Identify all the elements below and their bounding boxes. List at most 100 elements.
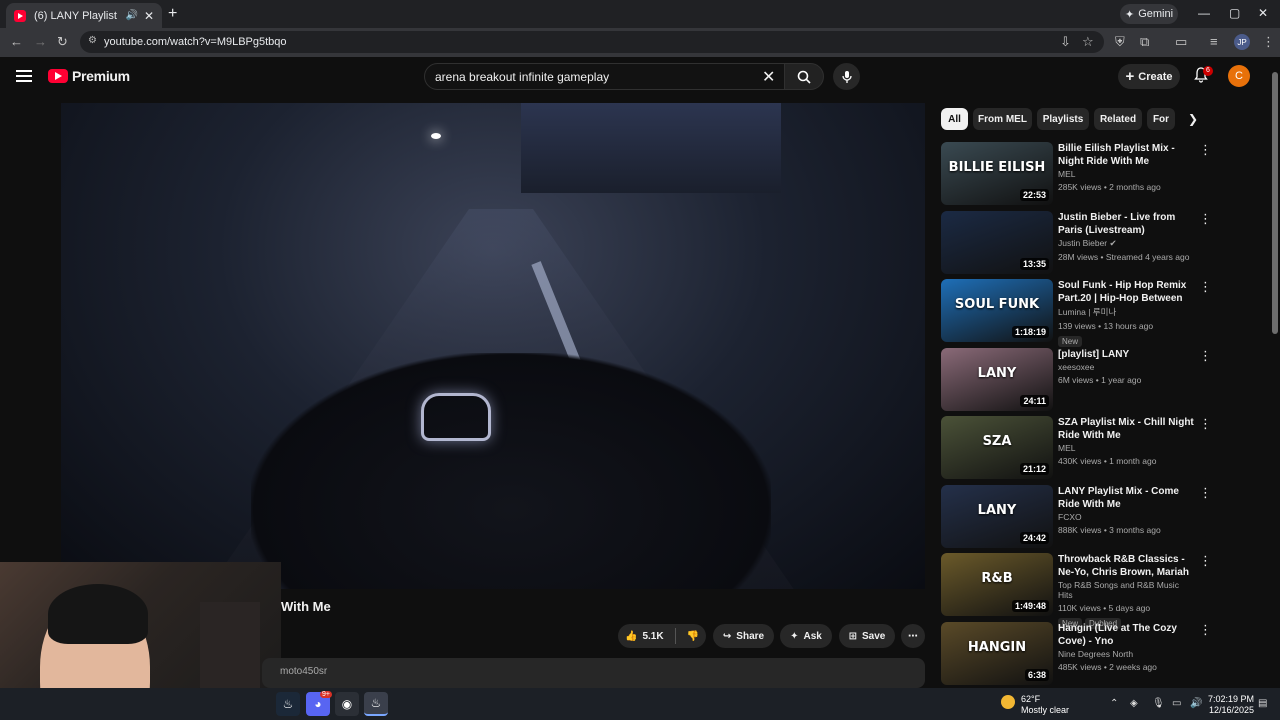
tray-overflow-icon[interactable]: ⌃ (1110, 698, 1118, 709)
tray-app-icon[interactable]: ◈ (1130, 698, 1138, 709)
system-clock[interactable]: 7:02:19 PM 12/16/2025 (1208, 694, 1254, 716)
gemini-button[interactable]: ✦ Gemini (1120, 4, 1178, 24)
more-options-icon[interactable]: ⋮ (1199, 348, 1212, 364)
account-avatar[interactable]: C (1228, 65, 1250, 87)
chip-all[interactable]: All (941, 108, 968, 130)
volume-icon[interactable]: 🔊 (1190, 698, 1202, 709)
channel-name[interactable]: MEL (1058, 443, 1194, 453)
share-button[interactable]: ↪ Share (713, 624, 774, 648)
more-actions-icon[interactable]: ⋯ (901, 624, 925, 648)
like-dislike-group[interactable]: 👍 5.1K 👎 (618, 624, 706, 648)
recommendation-item[interactable]: HANGIN 6:38 Hangin (Live at The Cozy Cov… (941, 621, 1212, 691)
more-options-icon[interactable]: ⋮ (1199, 416, 1212, 432)
video-duration: 22:53 (1019, 189, 1049, 201)
weather-widget[interactable]: 62°F Mostly clear (1021, 694, 1069, 716)
chips-next-arrow-icon[interactable]: ❯ (1188, 112, 1198, 126)
chip-for[interactable]: For (1147, 108, 1175, 130)
browser-tab[interactable]: (6) LANY Playlist Mix - Chill 🔊 ✕ (6, 3, 162, 28)
chip-playlists[interactable]: Playlists (1037, 108, 1089, 130)
video-title[interactable]: SZA Playlist Mix - Chill Night Ride With… (1058, 416, 1194, 442)
recommendation-item[interactable]: SZA 21:12 SZA Playlist Mix - Chill Night… (941, 416, 1212, 485)
more-options-icon[interactable]: ⋮ (1199, 279, 1212, 295)
obs-taskbar-icon[interactable]: ◉ (335, 692, 359, 716)
dislike-icon[interactable]: 👎 (687, 631, 699, 642)
channel-name[interactable]: Nine Degrees North (1058, 649, 1194, 659)
save-button[interactable]: ⊞ Save (839, 624, 895, 648)
more-options-icon[interactable]: ⋮ (1199, 485, 1212, 501)
reload-icon[interactable]: ↻ (57, 34, 68, 50)
create-button[interactable]: + Create (1118, 64, 1180, 89)
channel-name[interactable]: Lumina | 루미나 (1058, 306, 1194, 318)
scrollbar-thumb[interactable] (1272, 72, 1278, 334)
video-thumbnail[interactable]: LANY 24:42 (941, 484, 1053, 548)
install-app-icon[interactable]: ⇩ (1060, 34, 1071, 50)
recommendation-item[interactable]: BILLIE EILISH 22:53 Billie Eilish Playli… (941, 142, 1212, 211)
back-icon[interactable]: ← (10, 34, 23, 49)
video-title[interactable]: [playlist] LANY (1058, 348, 1194, 361)
recommendation-item[interactable]: 13:35 Justin Bieber - Live from Paris (L… (941, 210, 1212, 280)
clear-search-icon[interactable]: ✕ (762, 67, 775, 87)
forward-icon[interactable]: → (34, 34, 47, 49)
steam-taskbar-icon[interactable]: ♨ (276, 692, 300, 716)
recommendation-item[interactable]: SOUL FUNK 1:18:19 Soul Funk - Hip Hop Re… (941, 279, 1212, 348)
video-thumbnail[interactable]: LANY 24:11 (941, 347, 1053, 411)
ask-button[interactable]: ✦ Ask (780, 624, 832, 648)
hamburger-menu-icon[interactable] (16, 70, 32, 82)
network-icon[interactable]: ▭ (1172, 698, 1181, 709)
shield-extension-icon[interactable]: ⛨ (1115, 34, 1125, 50)
video-title[interactable]: Throwback R&B Classics - Ne-Yo, Chris Br… (1058, 553, 1194, 579)
media-controls-icon[interactable]: ≡ (1210, 34, 1218, 49)
audio-playing-icon[interactable]: 🔊 (125, 10, 137, 21)
chip-related[interactable]: Related (1094, 108, 1142, 130)
recommendation-item[interactable]: R&B 1:49:48 Throwback R&B Classics - Ne-… (941, 553, 1212, 629)
extensions-puzzle-icon[interactable]: ⧉ (1140, 34, 1149, 50)
profile-avatar[interactable]: JP (1234, 34, 1250, 50)
video-thumbnail[interactable]: SOUL FUNK 1:18:19 (941, 279, 1053, 342)
minimize-button[interactable]: — (1198, 6, 1210, 20)
close-window-button[interactable]: ✕ (1258, 6, 1268, 20)
chip-from-mel[interactable]: From MEL (973, 108, 1032, 130)
channel-name[interactable]: FCXO (1058, 512, 1194, 522)
voice-search-button[interactable] (833, 63, 860, 90)
channel-name[interactable]: Justin Bieber ✔ (1058, 238, 1194, 249)
tray-mic-icon[interactable]: 🎙 (1152, 698, 1165, 709)
channel-name[interactable]: Top R&B Songs and R&B Music Hits (1058, 580, 1194, 600)
notification-center-icon[interactable]: ▤ (1258, 698, 1267, 709)
video-thumbnail[interactable]: R&B 1:49:48 (941, 553, 1053, 616)
recommendation-item[interactable]: LANY 24:11 [playlist] LANY xeesoxee 6M v… (941, 347, 1212, 417)
address-bar[interactable]: ⚙ youtube.com/watch?v=M9LBPg5tbqo (80, 31, 1104, 53)
video-player[interactable] (61, 103, 925, 589)
youtube-premium-logo[interactable]: Premium (48, 68, 130, 84)
page-scrollbar[interactable] (1270, 60, 1280, 688)
recommendation-item[interactable]: LANY 24:42 LANY Playlist Mix - Come Ride… (941, 484, 1212, 554)
video-title[interactable]: Soul Funk - Hip Hop Remix Part.20 | Hip-… (1058, 279, 1194, 305)
more-options-icon[interactable]: ⋮ (1199, 211, 1212, 227)
description-box[interactable]: moto450sr (262, 658, 925, 688)
channel-name[interactable]: MEL (1058, 169, 1194, 179)
video-thumbnail[interactable]: HANGIN 6:38 (941, 621, 1053, 685)
steam-active-taskbar-icon[interactable]: ♨ (364, 692, 388, 716)
video-duration: 24:42 (1019, 531, 1049, 544)
more-options-icon[interactable]: ⋮ (1199, 142, 1212, 158)
more-options-icon[interactable]: ⋮ (1199, 622, 1212, 638)
new-tab-button[interactable]: + (168, 5, 177, 23)
bookmark-star-icon[interactable]: ☆ (1082, 34, 1094, 50)
site-info-icon[interactable]: ⚙ (88, 35, 97, 46)
video-title[interactable]: LANY Playlist Mix - Come Ride With Me (1058, 485, 1194, 511)
tab-search-icon[interactable]: ▭ (1175, 34, 1187, 50)
close-tab-icon[interactable]: ✕ (144, 9, 154, 23)
video-title[interactable]: Hangin (Live at The Cozy Cove) - Yno (1058, 622, 1194, 648)
search-input[interactable]: arena breakout infinite gameplay (424, 63, 786, 90)
more-options-icon[interactable]: ⋮ (1199, 553, 1212, 569)
video-thumbnail[interactable]: 13:35 (941, 210, 1053, 274)
search-button[interactable] (784, 63, 824, 90)
channel-name[interactable]: xeesoxee (1058, 362, 1194, 372)
video-stats: 28M views • Streamed 4 years ago (1058, 251, 1190, 262)
browser-menu-icon[interactable]: ⋮ (1262, 34, 1275, 50)
video-title[interactable]: Billie Eilish Playlist Mix - Night Ride … (1058, 142, 1194, 168)
video-thumbnail[interactable]: SZA 21:12 (941, 416, 1053, 479)
like-icon[interactable]: 👍 (625, 631, 637, 642)
maximize-button[interactable]: ▢ (1229, 6, 1240, 20)
video-title[interactable]: Justin Bieber - Live from Paris (Livestr… (1058, 211, 1194, 237)
video-thumbnail[interactable]: BILLIE EILISH 22:53 (941, 142, 1053, 205)
